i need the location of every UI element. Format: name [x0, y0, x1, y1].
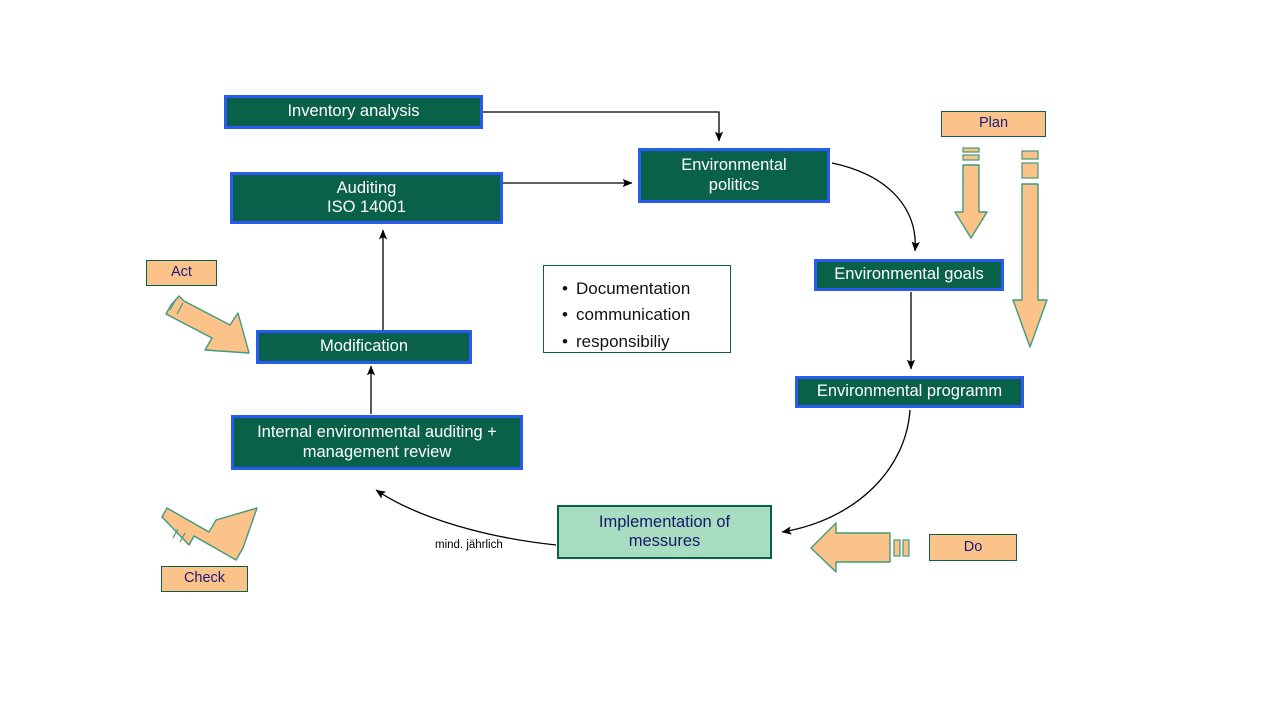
node-internal-audit-line2: management review: [302, 442, 452, 461]
node-environmental-politics[interactable]: Environmental politics: [638, 148, 830, 203]
list-item: • responsibiliy: [562, 329, 714, 355]
node-environmental-goals-label: Environmental goals: [834, 265, 984, 284]
annotation-frequency: mind. jährlich: [435, 539, 503, 551]
pdca-label-plan-text: Plan: [978, 115, 1009, 132]
node-environmental-programm[interactable]: Environmental programm: [795, 376, 1024, 408]
node-internal-audit-line1: Internal environmental auditing +: [257, 423, 497, 442]
pdca-label-act-text: Act: [171, 264, 192, 281]
diagram-canvas: Inventory analysis Auditing ISO 14001 En…: [0, 0, 1280, 720]
node-environmental-politics-line2: politics: [708, 175, 760, 194]
bullet-marker: •: [562, 331, 568, 351]
bullet-marker: •: [562, 305, 568, 325]
pdca-label-do-text: Do: [963, 538, 983, 555]
pdca-label-do[interactable]: Do: [929, 534, 1017, 561]
node-environmental-programm-label: Environmental programm: [816, 382, 1003, 401]
arrow-down-icon-plan-short: [954, 147, 988, 239]
bullet-label-documentation: Documentation: [576, 279, 691, 298]
node-modification[interactable]: Modification: [256, 330, 472, 364]
pdca-arrow-layer: [161, 147, 1048, 573]
connector-layer: [366, 111, 920, 546]
node-environmental-politics-line1: Environmental: [681, 156, 787, 175]
connector-implementation-to-internal-audit: [375, 489, 557, 546]
node-inventory-analysis-label: Inventory analysis: [287, 102, 420, 121]
card-documentation-communication-responsibility: • Documentation • communication • responsib…: [543, 265, 731, 353]
connector-politics-to-goals: [831, 162, 920, 252]
node-auditing-iso-14001[interactable]: Auditing ISO 14001: [230, 172, 503, 224]
bullet-label-responsibility: responsibiliy: [576, 331, 670, 351]
node-auditing-line1: Auditing: [336, 178, 397, 197]
node-implementation-line1: Implementation of: [598, 512, 731, 531]
arrow-down-icon-plan-long: [1012, 150, 1048, 348]
connector-inventory-to-politics: [483, 111, 724, 142]
bullet-marker: •: [562, 279, 568, 298]
list-item: • Documentation: [562, 276, 714, 302]
arrow-left-icon-do: [810, 522, 910, 573]
list-item: • communication: [562, 302, 714, 328]
node-modification-label: Modification: [319, 337, 409, 356]
node-implementation-line2: messures: [628, 532, 701, 550]
node-inventory-analysis[interactable]: Inventory analysis: [224, 95, 483, 129]
node-environmental-goals[interactable]: Environmental goals: [814, 259, 1004, 291]
pdca-label-plan[interactable]: Plan: [941, 111, 1046, 137]
node-auditing-line2: ISO 14001: [327, 198, 406, 216]
arrow-down-right-icon-act: [165, 295, 250, 354]
arrow-up-right-icon-check: [161, 507, 258, 561]
pdca-label-check-text: Check: [183, 570, 226, 587]
bullet-label-communication: communication: [576, 305, 691, 325]
pdca-label-check[interactable]: Check: [161, 566, 248, 592]
node-implementation-of-messures[interactable]: Implementation of messures: [557, 505, 772, 559]
node-internal-environmental-auditing[interactable]: Internal environmental auditing + manage…: [231, 415, 523, 470]
pdca-label-act[interactable]: Act: [146, 260, 217, 286]
connector-programm-to-implementation: [781, 409, 911, 535]
